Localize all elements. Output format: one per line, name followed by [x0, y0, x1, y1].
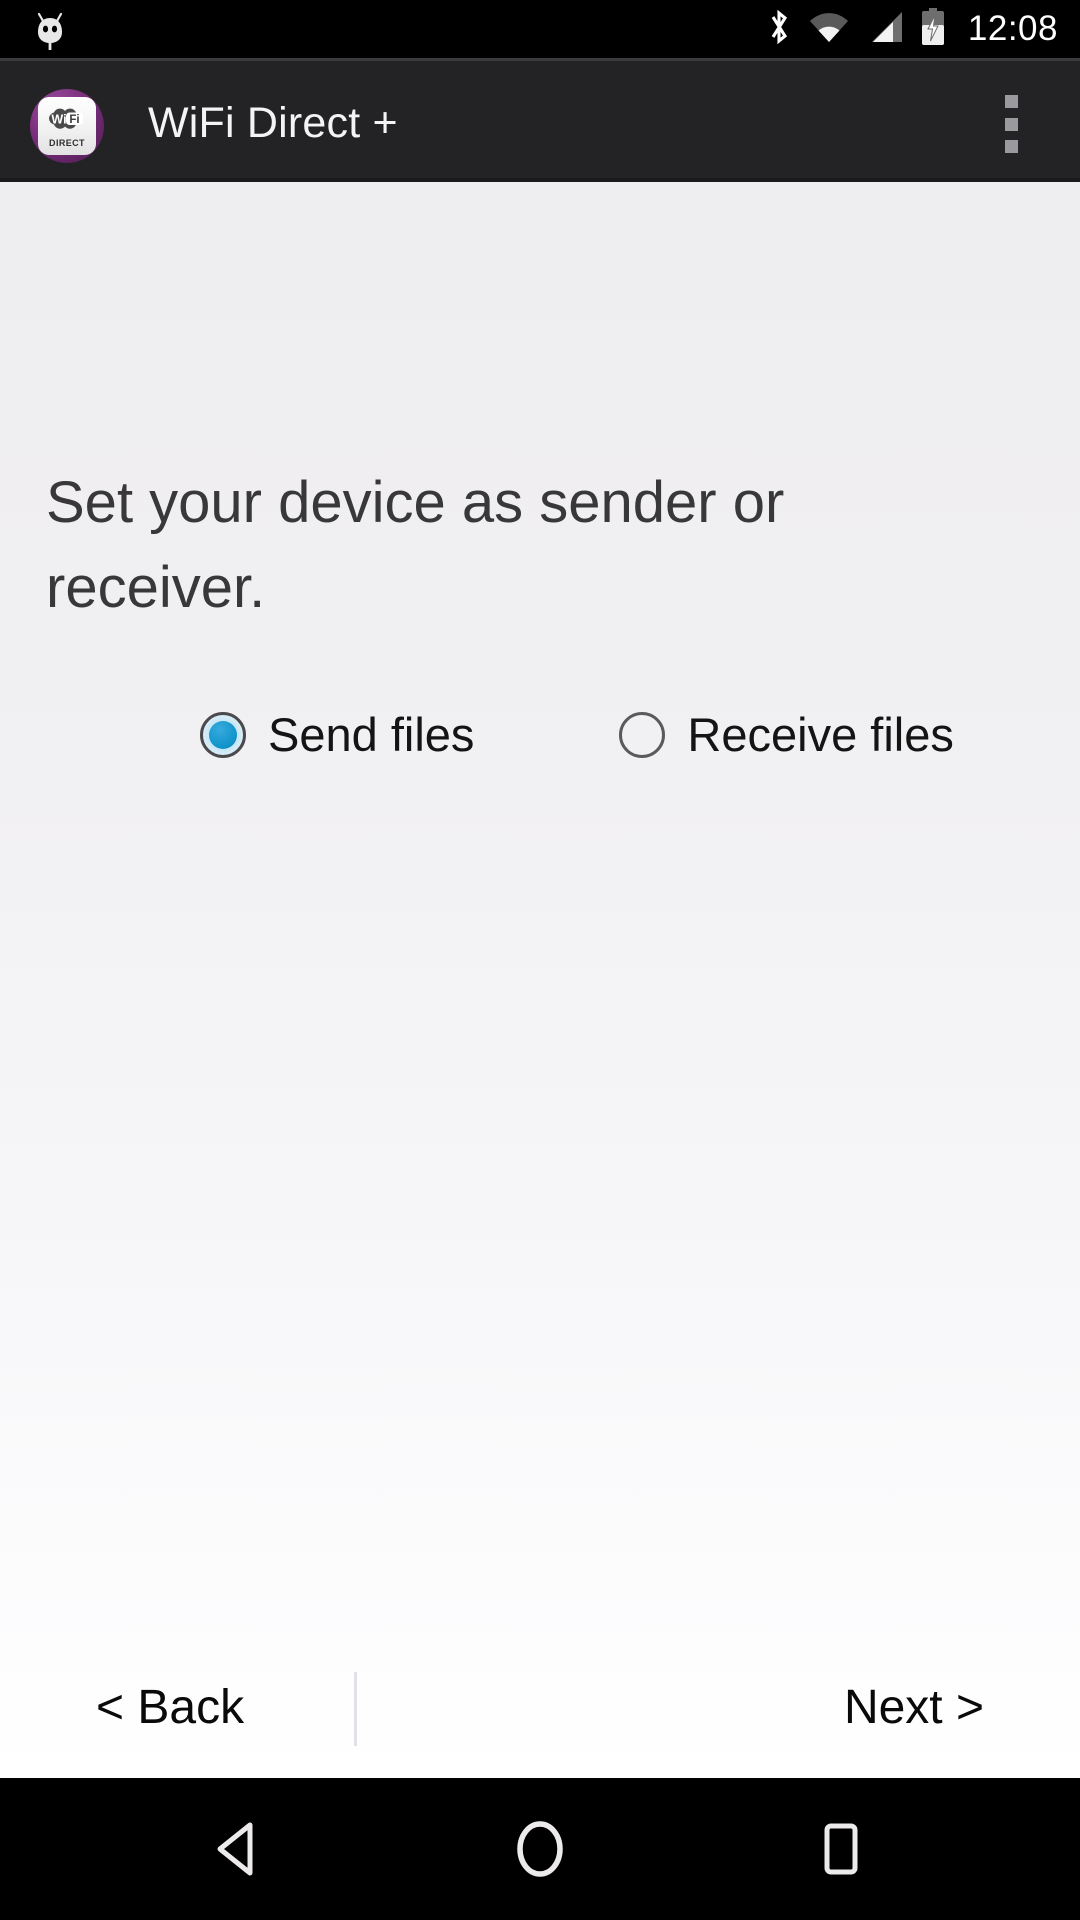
bluetooth-icon	[766, 8, 792, 51]
next-button[interactable]: Next >	[844, 1638, 984, 1778]
wifi-direct-app-icon: Wi Fi DIRECT	[30, 89, 104, 163]
svg-text:Fi: Fi	[69, 114, 79, 126]
app-screen: 12:08 Wi Fi DIRECT WiFi Direct + Set you…	[0, 0, 1080, 1920]
radio-receive-files-label: Receive files	[687, 708, 954, 761]
footer-divider	[354, 1672, 357, 1746]
back-button[interactable]: < Back	[96, 1638, 244, 1778]
radio-send-files[interactable]: Send files	[200, 707, 474, 762]
radio-receive-files[interactable]: Receive files	[619, 707, 954, 762]
wifi-icon	[808, 11, 850, 48]
status-icons-group: 12:08	[766, 0, 1058, 58]
wizard-footer: < Back Next >	[0, 1638, 1080, 1778]
radio-receive-files-circle[interactable]	[619, 711, 666, 758]
status-clock: 12:08	[967, 9, 1058, 48]
overflow-menu-icon[interactable]	[988, 91, 1034, 157]
radio-send-files-dot	[209, 720, 237, 749]
system-nav-bar	[0, 1778, 1080, 1920]
overflow-dot	[1004, 140, 1018, 153]
home-nav-icon[interactable]	[460, 1778, 620, 1920]
app-icon-badge-label: DIRECT	[49, 137, 85, 148]
recents-nav-icon[interactable]	[760, 1778, 920, 1920]
overflow-dot	[1004, 95, 1018, 108]
back-nav-icon[interactable]	[160, 1778, 320, 1920]
wifi-logo-icon: Wi Fi	[49, 108, 83, 129]
app-icon-badge: Wi Fi DIRECT	[38, 97, 96, 155]
mode-radio-group: Send files Receive files	[0, 707, 1080, 762]
radio-send-files-label: Send files	[268, 708, 475, 761]
app-bar: Wi Fi DIRECT WiFi Direct +	[0, 58, 1080, 182]
main-content: Set your device as sender or receiver. S…	[0, 182, 1080, 1778]
svg-text:Wi: Wi	[51, 112, 66, 126]
overflow-dot	[1004, 117, 1018, 131]
cellular-signal-icon	[866, 11, 904, 48]
android-debug-icon	[33, 10, 67, 50]
app-title: WiFi Direct +	[148, 99, 398, 147]
status-bar: 12:08	[0, 0, 1080, 58]
battery-charging-icon	[920, 7, 946, 51]
radio-send-files-circle[interactable]	[200, 711, 246, 758]
page-headline: Set your device as sender or receiver.	[46, 470, 785, 620]
